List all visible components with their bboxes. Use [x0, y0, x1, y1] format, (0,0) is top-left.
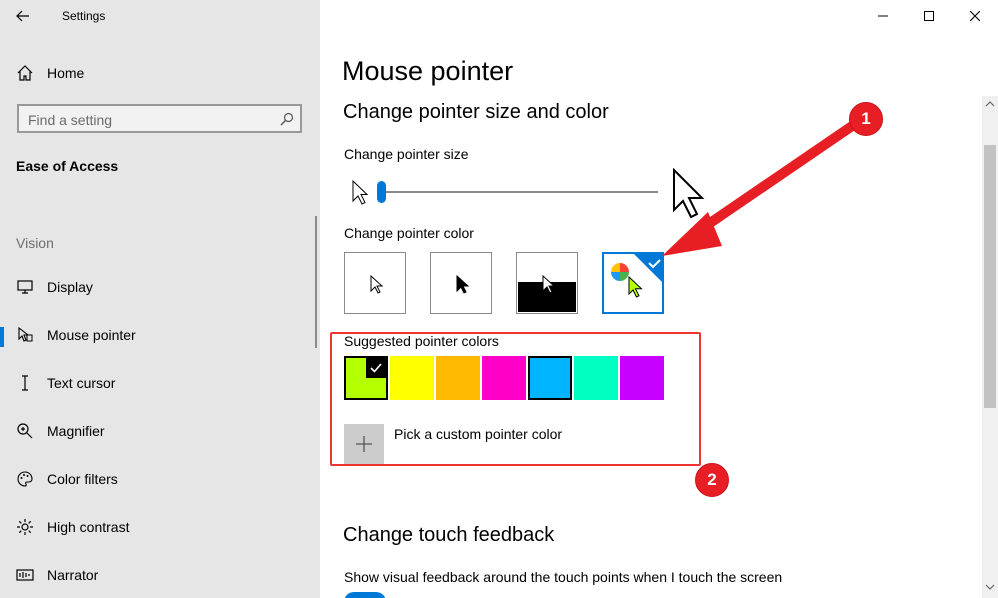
small-pointer-icon	[352, 180, 368, 205]
green-pointer-icon	[628, 276, 643, 298]
suggested-color-swatch[interactable]	[482, 356, 526, 400]
minimize-button[interactable]	[860, 0, 906, 32]
pointer-color-white[interactable]	[344, 252, 406, 314]
suggested-color-swatch[interactable]	[574, 356, 618, 400]
sidebar-item-high-contrast[interactable]: High contrast	[0, 512, 318, 546]
sidebar-item-label: Color filters	[47, 471, 118, 487]
annotation-badge-2: 2	[695, 463, 729, 497]
search-icon	[280, 112, 294, 126]
sidebar-scrollbar[interactable]	[315, 216, 317, 348]
search-input[interactable]: Find a setting	[17, 104, 302, 133]
suggested-color-swatch[interactable]	[344, 356, 388, 400]
sidebar-item-label: Magnifier	[47, 423, 105, 439]
sidebar-item-label: High contrast	[47, 519, 130, 535]
pointer-color-label: Change pointer color	[344, 225, 474, 241]
plus-icon	[356, 436, 372, 452]
scroll-up-icon[interactable]	[984, 99, 996, 109]
sidebar-item-display[interactable]: Display	[0, 272, 318, 306]
section-title: Ease of Access	[16, 158, 119, 174]
pointer-color-black[interactable]	[430, 252, 492, 314]
window-title: Settings	[62, 9, 106, 23]
annotation-badge-1: 1	[849, 102, 883, 136]
inverted-pointer-icon	[542, 275, 556, 294]
color-wheel-icon	[611, 263, 629, 281]
narrator-icon	[16, 569, 34, 581]
suggested-color-swatch[interactable]	[390, 356, 434, 400]
annotation-arrow	[662, 119, 860, 256]
sidebar-item-home[interactable]: Home	[0, 58, 318, 88]
mouse-pointer-icon	[18, 326, 33, 342]
color-filters-icon	[17, 471, 33, 487]
group-label: Vision	[16, 235, 54, 251]
sidebar-item-label: Display	[47, 279, 93, 295]
monitor-icon	[17, 280, 33, 294]
page-title: Mouse pointer	[342, 56, 514, 86]
minimize-icon	[878, 15, 888, 17]
sidebar-item-label: Narrator	[47, 567, 99, 583]
sidebar-item-text-cursor[interactable]: Text cursor	[0, 368, 318, 402]
pointer-color-inverted[interactable]	[516, 252, 578, 314]
size-color-heading: Change pointer size and color	[343, 101, 609, 123]
text-cursor-icon	[22, 375, 28, 391]
pointer-size-label: Change pointer size	[344, 146, 469, 162]
suggested-colors-label: Suggested pointer colors	[344, 333, 499, 349]
sidebar-item-magnifier[interactable]: Magnifier	[0, 416, 318, 450]
maximize-button[interactable]	[906, 0, 952, 32]
sidebar: Settings Home Find a setting Ease of Acc…	[0, 0, 320, 598]
pointer-size-slider[interactable]	[382, 191, 658, 193]
sidebar-item-label: Home	[47, 65, 85, 81]
sidebar-item-color-filters[interactable]: Color filters	[0, 464, 318, 498]
close-button[interactable]	[952, 0, 998, 32]
main-scrollbar-thumb[interactable]	[984, 145, 996, 408]
close-icon	[970, 11, 980, 21]
high-contrast-icon	[17, 519, 33, 535]
main-content: Mouse pointer Change pointer size and co…	[320, 0, 998, 598]
back-arrow-icon	[16, 10, 29, 22]
scroll-down-icon[interactable]	[984, 582, 996, 592]
suggested-color-swatch[interactable]	[620, 356, 664, 400]
home-icon	[17, 65, 33, 81]
checkmark-icon	[366, 358, 386, 378]
custom-color-button[interactable]	[344, 424, 384, 464]
maximize-icon	[924, 11, 934, 21]
sidebar-item-mouse-pointer[interactable]: Mouse pointer	[0, 320, 318, 354]
black-pointer-icon	[456, 275, 470, 294]
touch-feedback-label: Show visual feedback around the touch po…	[344, 569, 783, 585]
search-placeholder: Find a setting	[28, 112, 113, 128]
sidebar-item-label: Mouse pointer	[47, 327, 136, 343]
suggested-color-swatch[interactable]	[528, 356, 572, 400]
sidebar-item-label: Text cursor	[47, 375, 116, 391]
suggested-color-swatch[interactable]	[436, 356, 480, 400]
back-button[interactable]	[0, 0, 46, 32]
sidebar-item-narrator[interactable]: Narrator	[0, 560, 318, 594]
custom-color-label[interactable]: Pick a custom pointer color	[394, 426, 562, 442]
touch-feedback-heading: Change touch feedback	[343, 524, 555, 546]
magnifier-icon	[17, 423, 33, 439]
pointer-size-slider-thumb[interactable]	[377, 181, 386, 203]
white-pointer-icon	[370, 275, 384, 294]
touch-feedback-toggle[interactable]	[344, 592, 386, 598]
